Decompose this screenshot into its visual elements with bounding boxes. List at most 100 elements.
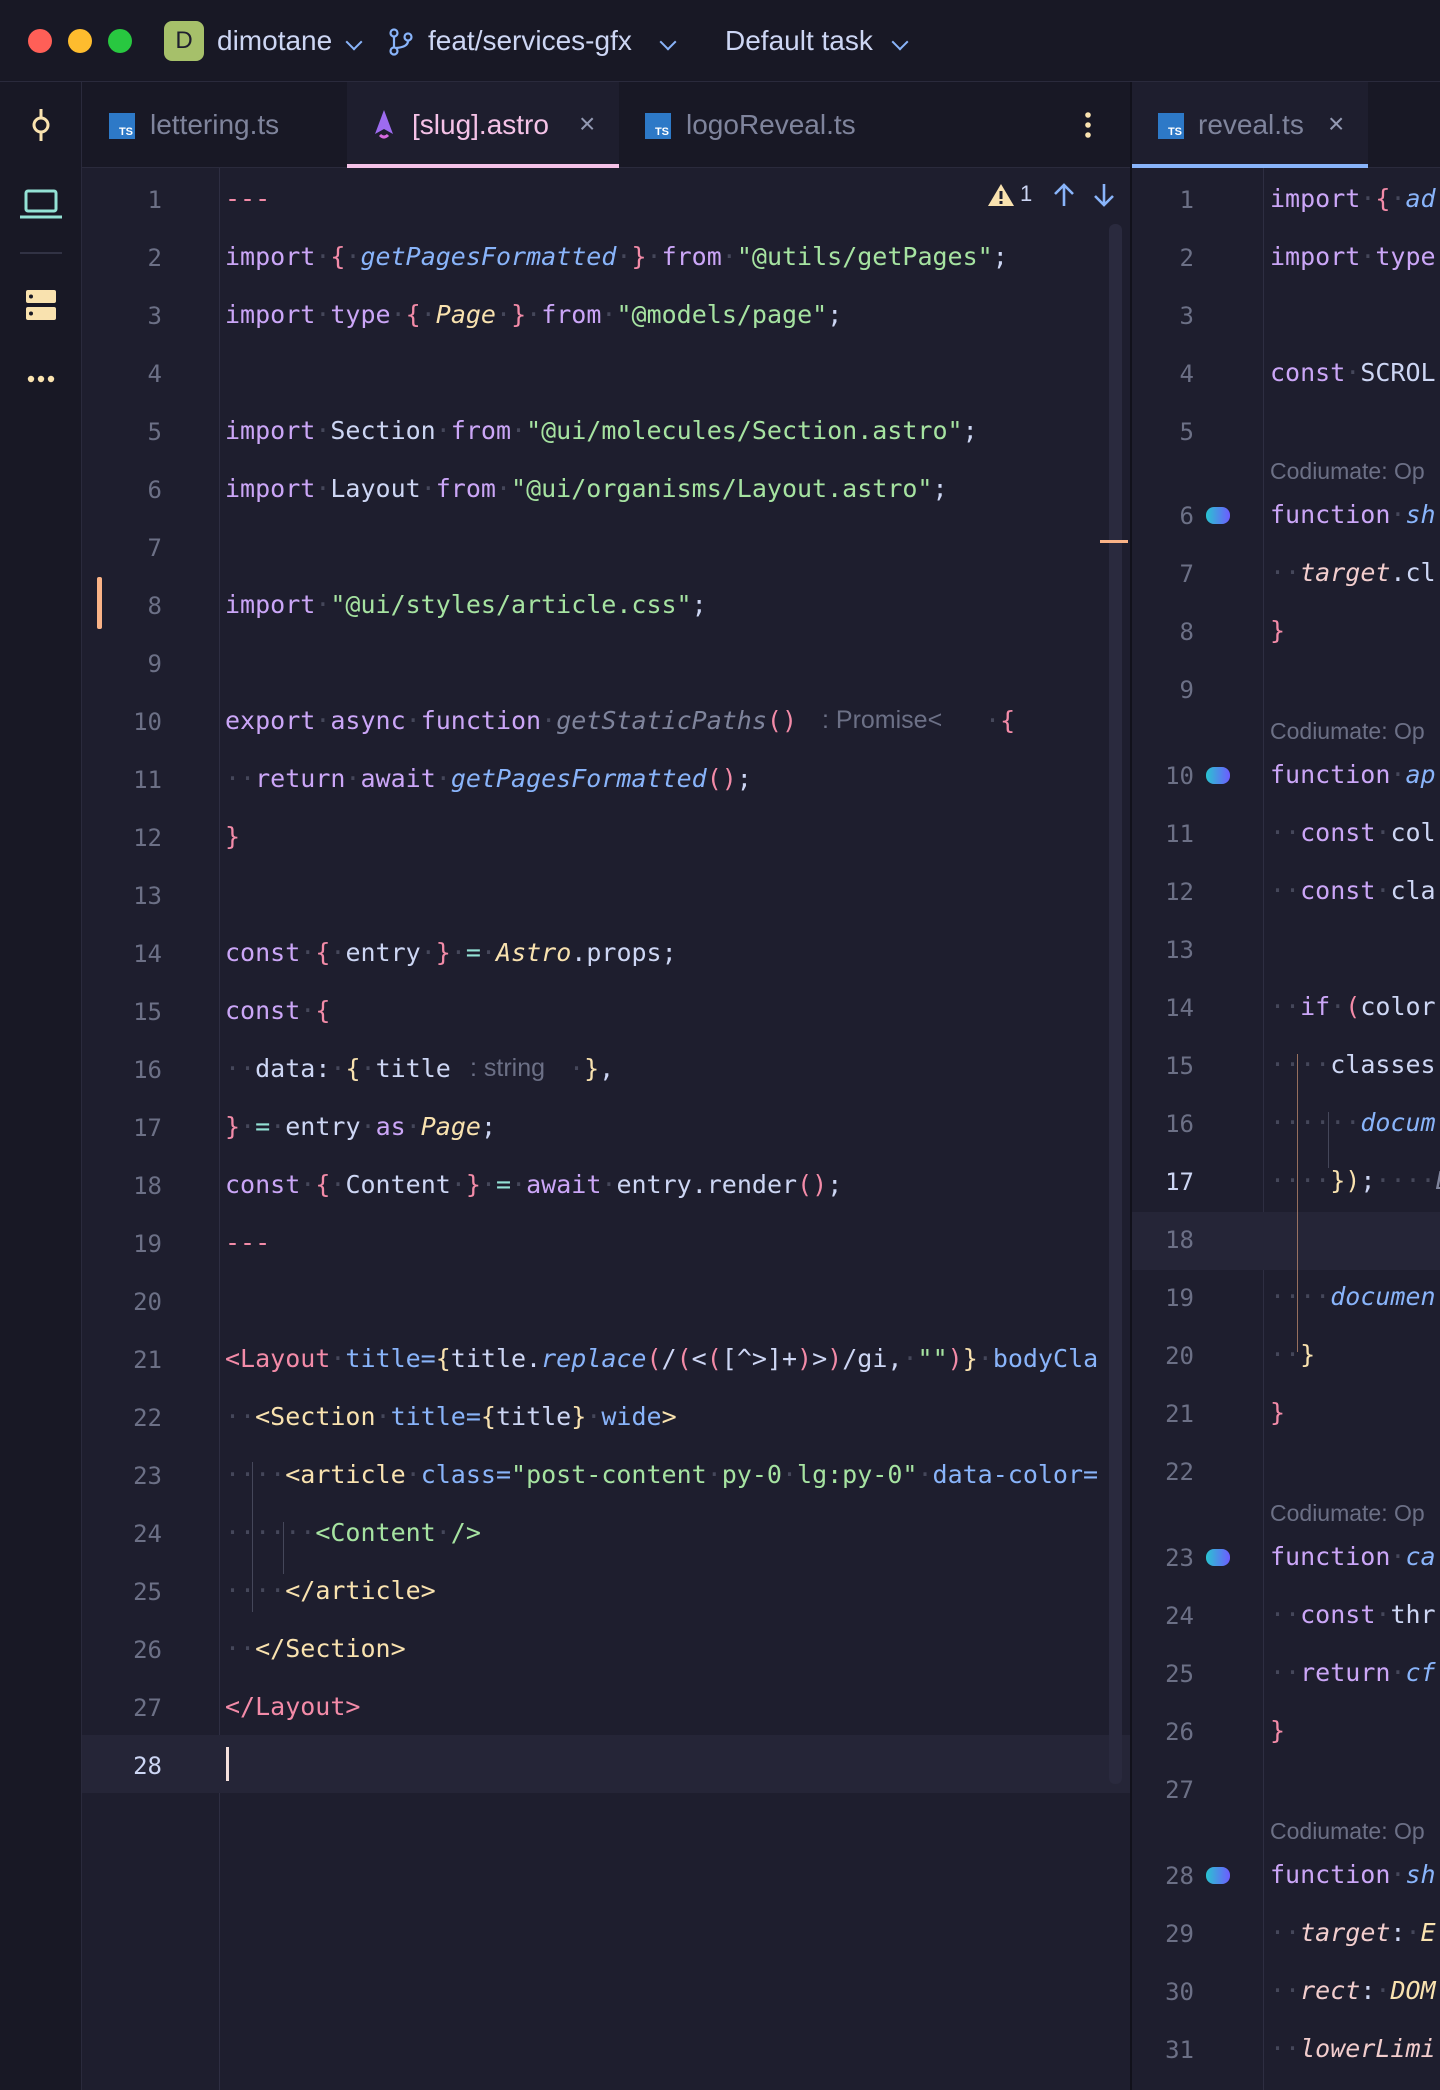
code-line[interactable]: import·type [1270,242,1436,271]
code-line[interactable]: ··const·col [1270,818,1436,847]
code-line[interactable]: ····</article> [225,1576,436,1605]
project-badge[interactable]: D [164,21,204,61]
line-number: 13 [133,882,162,910]
code-fragment[interactable]: ·{ [985,706,1015,735]
chevron-down-icon[interactable] [659,33,677,51]
code-line[interactable]: ··data:·{·title [225,1054,451,1083]
line-number: 6 [147,476,162,504]
codiumate-hint[interactable]: Codiumate: Op [1270,1500,1425,1527]
codiumate-hint[interactable]: Codiumate: Op [1270,1818,1425,1845]
code-line[interactable]: ··const·thr [1270,1600,1436,1629]
commit-icon[interactable] [0,107,82,143]
close-icon[interactable]: × [1328,108,1344,140]
code-line[interactable]: ······docum [1270,1108,1436,1137]
codiumate-icon[interactable] [1206,1549,1230,1566]
warning-icon[interactable] [986,182,1016,208]
code-line[interactable]: ··} [1270,1340,1315,1369]
code-line[interactable]: function·sh [1270,1860,1436,1889]
arrow-down-icon[interactable] [1092,182,1116,208]
line-number: 4 [147,360,162,388]
minimize-window-button[interactable] [68,29,92,53]
code-line[interactable]: ··if·(color [1270,992,1436,1021]
code-line[interactable]: </Layout> [225,1692,360,1721]
chevron-down-icon[interactable] [345,33,363,51]
code-fragment[interactable]: ·}, [569,1054,614,1083]
tab-slug-astro[interactable]: [slug].astro × [347,82,619,168]
codiumate-icon[interactable] [1206,1867,1230,1884]
code-line[interactable]: ··<Section·title={title}·wide> [225,1402,677,1431]
code-line[interactable]: const·{·entry·}·=·Astro.props; [225,938,677,967]
code-line[interactable]: }·=·entry·as·Page; [225,1112,496,1141]
code-line[interactable]: import·{·getPagesFormatted·}·from·"@util… [225,242,1008,271]
tab-reveal[interactable]: TS reveal.ts × [1132,82,1368,168]
code-line[interactable]: ··target:·E [1270,1918,1436,1947]
code-line[interactable]: ··return·cf [1270,1658,1436,1687]
line-number: 13 [1165,936,1194,964]
code-line[interactable]: import·"@ui/styles/article.css"; [225,590,707,619]
line-number: 12 [1165,878,1194,906]
line-number: 28 [1165,1862,1194,1890]
code-line[interactable]: const·{ [225,996,330,1025]
close-window-button[interactable] [28,29,52,53]
code-line[interactable]: function·ca [1270,1542,1436,1571]
code-line[interactable]: ····});····B [1270,1166,1440,1195]
line-number: 25 [133,1578,162,1606]
code-line[interactable]: } [1270,1398,1285,1427]
project-name[interactable]: dimotane [217,25,332,57]
laptop-icon[interactable] [0,187,82,223]
code-line[interactable]: const·SCROL [1270,358,1436,387]
line-number: 3 [147,302,162,330]
code-line[interactable]: --- [225,184,270,213]
code-line[interactable]: import·{·ad [1270,184,1436,213]
code-line[interactable]: <Layout·title={title.replace(/(<([^>]+)>… [225,1344,1098,1373]
code-line[interactable]: ····<article·class="post-content·py-0·lg… [225,1460,1098,1489]
database-icon[interactable] [0,287,82,323]
codiumate-icon[interactable] [1206,507,1230,524]
scrollbar[interactable] [1109,224,1122,1784]
more-icon[interactable] [0,372,82,386]
editor-pane-right[interactable]: TS reveal.ts × 1 2 3 4 5 6 7 8 9 10 11 1… [1130,82,1440,2090]
codiumate-hint[interactable]: Codiumate: Op [1270,458,1425,485]
code-line[interactable]: export·async·function·getStaticPaths() [225,706,797,735]
code-line[interactable]: import·type·{·Page·}·from·"@models/page"… [225,300,842,329]
branch-name[interactable]: feat/services-gfx [428,25,632,57]
line-number: 9 [1179,676,1194,704]
code-line[interactable]: ··target.cl [1270,558,1436,587]
line-number: 26 [1165,1718,1194,1746]
code-line[interactable]: ··rect:·DOM [1270,1976,1436,2005]
close-icon[interactable]: × [579,108,595,140]
code-line[interactable]: ····documen [1270,1282,1436,1311]
tab-logoreveal[interactable]: TS logoReveal.ts [619,82,889,168]
indent-guide [283,1522,284,1574]
zoom-window-button[interactable] [108,29,132,53]
code-line[interactable]: function·sh [1270,500,1436,529]
code-line[interactable]: --- [225,1228,270,1257]
code-line[interactable]: import·Layout·from·"@ui/organisms/Layout… [225,474,948,503]
code-line[interactable]: } [225,822,240,851]
line-number: 18 [133,1172,162,1200]
codiumate-icon[interactable] [1206,767,1230,784]
code-line[interactable]: } [1270,616,1285,645]
code-line[interactable]: import·Section·from·"@ui/molecules/Secti… [225,416,978,445]
line-number: 3 [1179,302,1194,330]
arrow-up-icon[interactable] [1052,182,1076,208]
task-name[interactable]: Default task [725,25,873,57]
code-line[interactable]: ··</Section> [225,1634,406,1663]
code-line[interactable]: } [1270,1716,1285,1745]
code-line[interactable]: ······<Content·/> [225,1518,481,1547]
line-number: 23 [133,1462,162,1490]
editor-pane-left[interactable]: TS lettering.ts [slug].astro × TS logoRe… [82,82,1130,2090]
tab-lettering[interactable]: TS lettering.ts [82,82,347,168]
code-line[interactable]: ··return·await·getPagesFormatted(); [225,764,752,793]
code-line[interactable]: const·{·Content·}·=·await·entry.render()… [225,1170,842,1199]
tab-options-icon[interactable] [1083,110,1093,140]
line-number: 2 [1179,244,1194,272]
code-line[interactable]: ··lowerLimi [1270,2034,1436,2063]
line-number: 8 [1179,618,1194,646]
code-line[interactable]: ··const·cla [1270,876,1436,905]
line-number: 5 [1179,418,1194,446]
code-line[interactable]: ····classes [1270,1050,1436,1079]
chevron-down-icon[interactable] [891,33,909,51]
code-line[interactable]: function·ap [1270,760,1436,789]
codiumate-hint[interactable]: Codiumate: Op [1270,718,1425,745]
